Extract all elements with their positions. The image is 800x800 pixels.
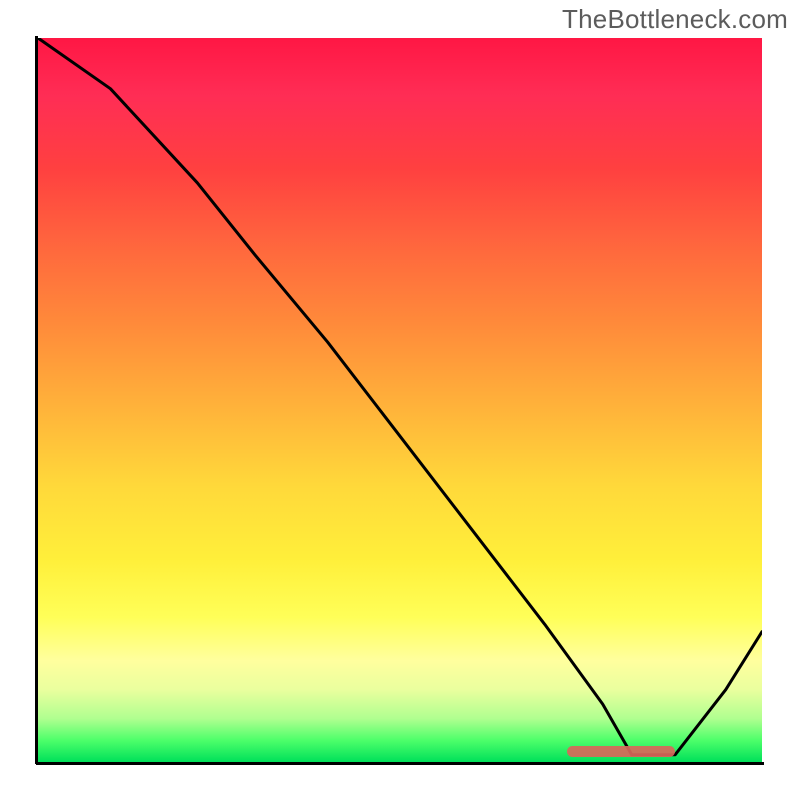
optimal-range-marker [567, 746, 676, 757]
y-axis-line [35, 36, 38, 764]
x-axis-line [36, 762, 764, 765]
chart-container: TheBottleneck.com [0, 0, 800, 800]
watermark-text: TheBottleneck.com [562, 4, 788, 35]
plot-gradient-area [38, 38, 762, 762]
